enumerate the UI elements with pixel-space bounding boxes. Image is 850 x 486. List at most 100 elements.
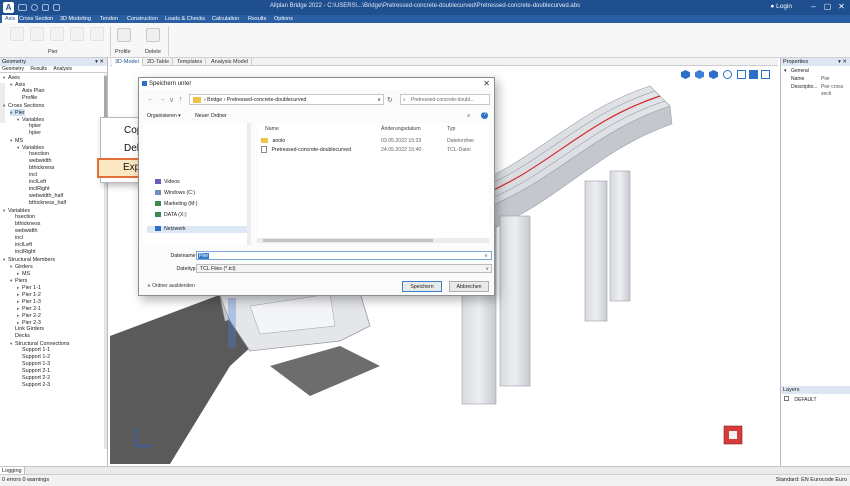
tree-node[interactable]: hsection <box>10 214 35 221</box>
ribbon-delete-label[interactable]: Delete <box>145 49 161 55</box>
maximize-button[interactable]: ▢ <box>821 1 834 13</box>
column-type[interactable]: Typ <box>447 126 455 132</box>
tree-node[interactable]: ▾ Cross Sections <box>3 102 44 109</box>
nav-scrollbar[interactable] <box>247 123 251 245</box>
column-date[interactable]: Änderungsdatum <box>381 126 421 132</box>
save-button[interactable]: Speichern <box>402 281 442 292</box>
tree-node[interactable]: bthickness <box>10 221 40 228</box>
menu-results[interactable]: Results <box>248 15 266 23</box>
filetype-select[interactable]: TCL Files (*.tcl) ∨ <box>196 264 492 273</box>
tree-node[interactable]: inclLeft <box>10 242 32 249</box>
view-cube-face[interactable] <box>729 431 737 439</box>
layer-row[interactable]: DEFAULT <box>781 396 850 403</box>
tree-node[interactable]: Support 1-3 <box>17 361 50 368</box>
tree-node[interactable]: ▸ Pier 1-2 <box>17 291 41 298</box>
tree-node[interactable]: ▾ Axis <box>10 81 25 88</box>
tree-node[interactable]: ▾ MS <box>10 137 23 144</box>
tree-node[interactable]: inclLeft <box>24 179 46 186</box>
scrollbar-thumb[interactable] <box>263 239 433 242</box>
tree-node[interactable]: ▾ Structural Members <box>3 256 55 263</box>
file-row[interactable]: anolo 03.05.2022 15:33 Dateiordner <box>261 137 487 145</box>
menu-3d-modeling[interactable]: 3D Modeling <box>60 15 91 23</box>
tree-node[interactable]: Support 1-2 <box>17 354 50 361</box>
chevron-down-icon[interactable]: ∨ <box>485 265 489 273</box>
breadcrumb-item[interactable]: Pretressed-concrete-doublecurved <box>227 97 307 103</box>
tree-node[interactable]: ▾ Structural Connections <box>10 340 70 347</box>
pin-icon[interactable]: ▾ ✕ <box>95 58 104 66</box>
tree-node[interactable]: Support 2-2 <box>17 375 50 382</box>
breadcrumb[interactable]: › Bridge › Pretressed-concrete-doublecur… <box>189 94 384 105</box>
new-folder-button[interactable]: Neuer Ordner <box>195 111 227 121</box>
menu-axis[interactable]: Axis <box>2 15 19 23</box>
tree-node[interactable]: ▾ Axes <box>3 74 20 81</box>
tree-node[interactable]: webwidth <box>24 158 51 165</box>
tree-node[interactable]: Support 2-1 <box>17 368 50 375</box>
property-value[interactable]: Pier <box>821 76 830 83</box>
tree-node[interactable]: ▸ Pier 1-3 <box>17 298 41 305</box>
tree-node[interactable]: bthickness_half <box>24 200 66 207</box>
filename-input[interactable]: Pier ∨ <box>196 251 492 260</box>
nav-item-videos[interactable]: Videos <box>155 179 180 186</box>
tree-node[interactable]: hpier <box>24 123 41 130</box>
view-options-icon[interactable]: ≡ <box>467 111 470 121</box>
settings-icon[interactable] <box>749 70 758 79</box>
help-icon[interactable]: ? <box>481 112 488 119</box>
nav-item-data-x[interactable]: DATA (X:) <box>155 212 187 219</box>
up-arrow-icon[interactable]: ↑ <box>179 96 183 103</box>
minimize-button[interactable]: – <box>807 1 820 13</box>
tree-node[interactable]: ▸ Pier 2-1 <box>17 305 41 312</box>
tab-analysis[interactable]: Analysis <box>53 66 72 72</box>
chevron-down-icon[interactable]: ∨ <box>483 252 489 260</box>
tree-node[interactable]: ▾ Girders <box>10 263 33 270</box>
file-list-scrollbar[interactable] <box>257 238 489 243</box>
tree-node[interactable]: Link Girders <box>10 326 44 333</box>
tree-node[interactable]: Decks <box>10 333 30 340</box>
menu-tendon[interactable]: Tendon <box>100 15 118 23</box>
property-section[interactable]: ▾ General <box>781 68 850 75</box>
tree-node[interactable]: ▸ Pier 1-1 <box>17 284 41 291</box>
close-window-button[interactable]: ✕ <box>835 1 848 13</box>
tree-node[interactable]: Support 2-3 <box>17 382 50 389</box>
pier-copy-icon[interactable] <box>50 27 64 41</box>
tab-analysis-model[interactable]: Analysis Model <box>208 58 252 66</box>
tree-node[interactable]: hpier <box>24 130 41 137</box>
property-value[interactable]: Pier cross secti <box>821 84 850 98</box>
tab-3d-model[interactable]: 3D-Model <box>112 58 143 66</box>
tree-node[interactable]: ▾ Variables <box>17 116 44 123</box>
nav-item-windows-c[interactable]: Windows (C:) <box>155 190 195 197</box>
menu-loads-checks[interactable]: Loads & Checks <box>165 15 205 23</box>
menu-cross-section[interactable]: Cross Section <box>19 15 53 23</box>
property-row[interactable]: Name Pier <box>781 76 850 83</box>
dropdown-icon[interactable]: ∨ <box>169 96 174 104</box>
tab-templates[interactable]: Templates <box>174 58 207 66</box>
close-icon[interactable]: ✕ <box>483 78 490 90</box>
tab-results[interactable]: Results <box>30 66 47 72</box>
property-row[interactable]: Descriptio... Pier cross secti <box>781 84 850 97</box>
ribbon-profile-label[interactable]: Profile <box>115 49 131 55</box>
tree-node[interactable]: incl <box>24 172 37 179</box>
rotate-icon[interactable] <box>723 70 732 79</box>
tree-node[interactable]: webwidth <box>10 228 37 235</box>
column-name[interactable]: Name <box>265 126 279 132</box>
search-input[interactable]: ⌕ Pretressed-concrete-doubl... <box>400 94 490 105</box>
hide-folders-toggle[interactable]: ∧ Ordner ausblenden <box>147 283 195 289</box>
back-arrow-icon[interactable]: ← <box>147 96 154 103</box>
delete-icon[interactable] <box>146 28 160 42</box>
menu-construction[interactable]: Construction <box>127 15 158 23</box>
pier-curve-icon[interactable] <box>70 27 84 41</box>
nav-item-marketing-m[interactable]: Marketing (M:) <box>155 201 197 208</box>
pier-align-icon[interactable] <box>90 27 104 41</box>
tree-node[interactable]: ▾ Pier <box>10 109 25 116</box>
tree-node[interactable]: bthickness <box>24 165 54 172</box>
layer-checkbox[interactable] <box>784 396 789 401</box>
tree-node[interactable]: ▸ Pier 2-3 <box>17 319 41 326</box>
tree-node[interactable]: ▾ Variables <box>3 207 30 214</box>
tree-node[interactable]: webwidth_half <box>24 193 63 200</box>
zoom-all-icon[interactable] <box>737 70 746 79</box>
tree-node[interactable]: inclRight <box>24 186 50 193</box>
tree-node[interactable]: ▸ MS <box>17 270 30 277</box>
cancel-button[interactable]: Abbrechen <box>449 281 489 292</box>
refresh-icon[interactable]: ↻ <box>387 96 393 104</box>
forward-arrow-icon[interactable]: → <box>159 96 166 103</box>
tree-node[interactable]: ▾ Piers <box>10 277 27 284</box>
